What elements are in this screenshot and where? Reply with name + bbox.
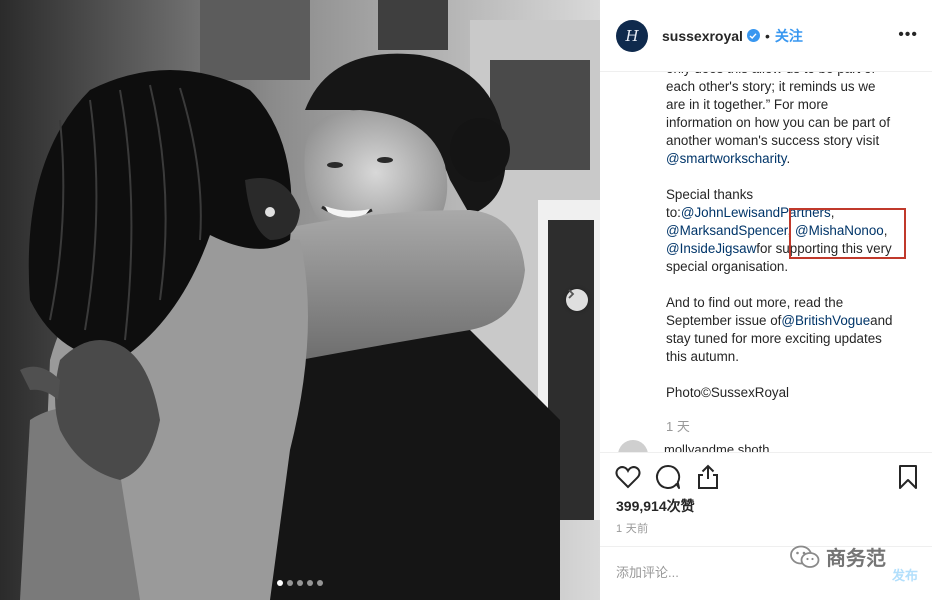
caption-line: information on how you can be part of — [666, 115, 891, 130]
watermark: 商务范 — [790, 542, 886, 571]
commenter-avatar[interactable] — [618, 440, 648, 452]
caption-text: and — [870, 313, 893, 328]
carousel-dot — [317, 580, 323, 586]
caption-paragraph-3: And to find out more, read the September… — [666, 294, 916, 366]
next-photo-button[interactable] — [566, 289, 588, 311]
photo-image — [0, 0, 600, 600]
post-photo[interactable] — [0, 0, 600, 600]
carousel-dot-active — [277, 580, 283, 586]
carousel-dot — [297, 580, 303, 586]
caption-paragraph-4: Photo©SussexRoyal — [666, 384, 916, 402]
carousel-dot — [307, 580, 313, 586]
caption-text: September issue of — [666, 313, 782, 328]
caption-paragraph-1: only does this allow us to be part of ea… — [666, 60, 916, 168]
watermark-text: 商务范 — [826, 548, 886, 570]
heart-icon — [615, 466, 641, 489]
share-button[interactable] — [694, 463, 722, 491]
comment-preview-text: mollyandme.shoth... — [664, 442, 781, 452]
action-bar — [600, 452, 932, 502]
save-button[interactable] — [894, 463, 922, 491]
like-button[interactable] — [614, 463, 642, 491]
post-header-overlay: H sussexroyal • 关注 ••• — [600, 0, 932, 72]
account-avatar[interactable]: H — [616, 19, 648, 52]
caption-line: Special thanks — [666, 187, 754, 202]
highlight-box — [789, 208, 906, 259]
avatar-monogram: H — [625, 26, 639, 45]
mention-link[interactable]: @BritishVogue — [781, 313, 870, 328]
carousel-dot — [287, 580, 293, 586]
caption-line: Photo©SussexRoyal — [666, 385, 790, 400]
likes-count[interactable]: 399,914次赞 — [616, 496, 695, 516]
chevron-right-icon — [568, 289, 575, 299]
comment-preview: mollyandme.shoth... — [618, 438, 818, 452]
caption-line: each other's story; it reminds us we — [666, 79, 876, 94]
caption-line: And to find out more, read the — [666, 295, 844, 310]
account-username[interactable]: sussexroyal — [662, 28, 743, 44]
caption-line: special organisation. — [666, 259, 789, 274]
caption-line: stay tuned for more exciting updates — [666, 331, 882, 346]
comment-button[interactable] — [654, 463, 682, 491]
caption-timestamp: 1 天 — [666, 419, 690, 434]
caption-text: to: — [666, 205, 681, 220]
mention-link[interactable]: @MarksandSpencer — [666, 223, 788, 238]
caption-line: this autumn. — [666, 349, 739, 364]
verified-icon — [746, 29, 760, 42]
caption-punct: . — [786, 151, 791, 166]
ellipsis-icon[interactable]: ••• — [898, 27, 918, 43]
comment-icon — [656, 464, 681, 489]
follow-link[interactable]: 关注 — [775, 26, 803, 46]
mention-link[interactable]: @smartworkscharity — [666, 151, 786, 166]
post-comment-button[interactable]: 发布 — [892, 565, 918, 584]
bookmark-icon — [899, 465, 917, 489]
mention-link[interactable]: @InsideJigsaw — [666, 241, 756, 256]
carousel-indicator — [0, 580, 600, 586]
post-timestamp: 1 天前 — [616, 523, 649, 535]
share-icon — [698, 464, 718, 489]
caption-line: another woman's success story visit — [666, 133, 880, 148]
dot-separator: • — [764, 27, 770, 44]
wechat-logo-icon — [790, 545, 820, 568]
caption-line: are in it together.” For more — [666, 97, 829, 112]
